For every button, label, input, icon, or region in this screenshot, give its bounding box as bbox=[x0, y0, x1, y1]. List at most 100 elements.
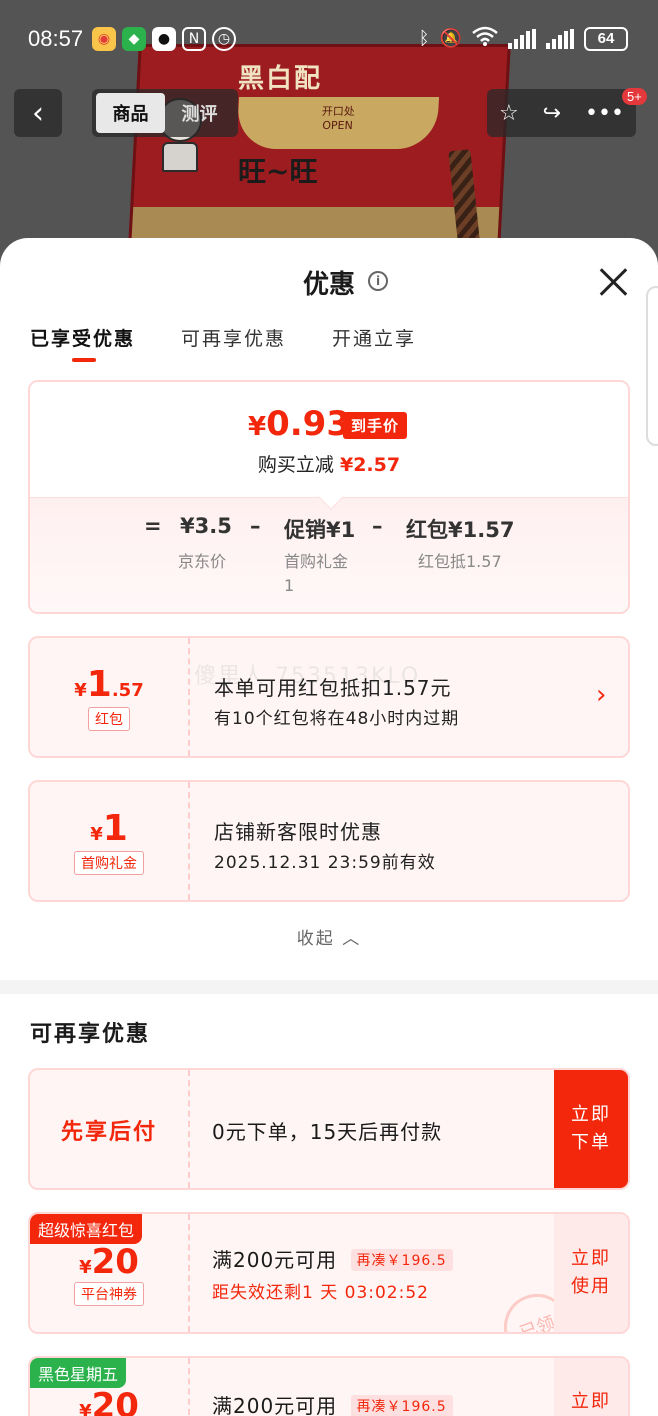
more-icon[interactable]: ••• bbox=[585, 101, 624, 126]
button-line1: 立即 bbox=[571, 1104, 611, 1125]
reduce-label: 购买立减 bbox=[257, 454, 334, 476]
amount-integer: 1 bbox=[102, 808, 128, 849]
summary-top: ¥0.93 到手价 购买立减 ¥2.57 bbox=[30, 382, 628, 497]
status-right: ᛒ 🔕 64 bbox=[419, 26, 628, 51]
button-line1: 立即 bbox=[571, 1391, 611, 1412]
chevron-right-icon: › bbox=[596, 680, 607, 710]
status-bar: 08:57 ◉ ◆ ● N ◷ ᛒ 🔕 64 bbox=[0, 0, 658, 80]
jd-price: ¥3.5 bbox=[180, 514, 232, 538]
jd-price-label: 京东价 bbox=[178, 552, 227, 571]
coupon-condition: 满200元可用 再凑￥196.5 bbox=[212, 1244, 453, 1273]
coupon-first-purchase: ¥1 首购礼金 店铺新客限时优惠 2025.12.31 23:59前有效 bbox=[28, 780, 630, 902]
coupon-amount: 20 bbox=[91, 1242, 139, 1282]
coupon-value: ¥1.57 红包 bbox=[30, 638, 190, 756]
redpacket-amount: 红包¥1.57 bbox=[406, 518, 515, 542]
pay-later-desc: 0元下单，15天后再付款 bbox=[212, 1120, 443, 1144]
product-lid: 开口处 OPEN bbox=[236, 97, 440, 149]
use-now-button[interactable]: 立即 使用 bbox=[554, 1214, 628, 1332]
coupon-tag: 首购礼金 bbox=[74, 851, 144, 875]
wifi-icon bbox=[472, 26, 498, 51]
addon-tag[interactable]: 再凑￥196.5 bbox=[350, 1395, 453, 1416]
yen-symbol: ¥ bbox=[74, 680, 87, 701]
coupon-amount: ¥1 bbox=[30, 808, 188, 849]
back-button[interactable]: ‹ bbox=[14, 89, 62, 137]
message-badge: 5+ bbox=[622, 88, 647, 105]
sheet-title: 优惠 bbox=[302, 270, 355, 300]
chevron-up-icon: ︿ bbox=[342, 929, 362, 949]
promo-label-line2: 1 bbox=[284, 576, 295, 595]
promo-amount: 促销¥1 bbox=[284, 518, 356, 542]
coupon-tag: 红包 bbox=[88, 707, 130, 731]
redpacket-label: 红包抵1.57 bbox=[418, 552, 502, 571]
side-handle bbox=[646, 286, 658, 446]
expiry-countdown: 距失效还剩1 天 03:02:52 bbox=[212, 1283, 429, 1303]
signal-icon-1 bbox=[508, 28, 536, 49]
summary-breakdown: = ¥3.5 京东价 – 促销¥1 首购礼金 1 – 红包¥1.57 红包抵1.… bbox=[30, 497, 628, 612]
equals-sign: = bbox=[144, 514, 162, 538]
alarm-icon: ◷ bbox=[212, 27, 236, 51]
reduce-line: 购买立减 ¥2.57 bbox=[30, 450, 628, 477]
coupon-amount: 20 bbox=[91, 1386, 139, 1416]
signal-icon-2 bbox=[546, 28, 574, 49]
lid-open-text: OPEN bbox=[321, 119, 354, 132]
coupon-subtitle: 有10个红包将在48小时内过期 bbox=[214, 709, 460, 729]
coupon-amount: ¥1.57 bbox=[30, 664, 188, 705]
coupon-redpacket[interactable]: ¥1.57 红包 傻里人 753513KLO 本单可用红包抵扣1.57元 有10… bbox=[28, 636, 630, 758]
amount-decimal: .57 bbox=[111, 680, 144, 701]
nav-actions: ☆ ↪ ••• bbox=[487, 89, 636, 137]
tab-open[interactable]: 开通立享 bbox=[332, 324, 416, 351]
collapse-label: 收起 bbox=[296, 929, 335, 949]
collapse-button[interactable]: 收起 ︿ bbox=[0, 924, 658, 949]
coupon-subtitle: 2025.12.31 23:59前有效 bbox=[214, 853, 436, 873]
weibo-icon: ◉ bbox=[92, 27, 116, 51]
tab-product[interactable]: 商品 bbox=[96, 93, 165, 133]
pay-later-card: 先享后付 0元下单，15天后再付款 立即下单 bbox=[28, 1068, 630, 1190]
minus-sign-2: – bbox=[372, 514, 383, 538]
coupon-value: ¥1 首购礼金 bbox=[30, 782, 190, 900]
black-friday-card: 黑色星期五 ¥20 满200元可用 再凑￥196.5 立即 bbox=[28, 1356, 630, 1416]
mute-icon: 🔕 bbox=[439, 28, 462, 49]
close-icon[interactable] bbox=[596, 264, 632, 300]
condition-text: 满200元可用 bbox=[212, 1248, 338, 1272]
amount-integer: 1 bbox=[86, 664, 112, 705]
platform-coupon-card: 超级惊喜红包 ¥20 平台神券 满200元可用 再凑￥196.5 距失效还剩1 … bbox=[28, 1212, 630, 1334]
pay-later-title: 先享后付 bbox=[60, 1120, 157, 1145]
product-nav-tabs: 商品 测评 bbox=[92, 89, 238, 137]
coupon-value: 黑色星期五 ¥20 bbox=[30, 1358, 190, 1416]
yen-symbol: ¥ bbox=[79, 1401, 92, 1416]
yen-symbol: ¥ bbox=[248, 412, 267, 442]
tab-more[interactable]: 可再享优惠 bbox=[181, 324, 286, 351]
promo-badge: 黑色星期五 bbox=[30, 1358, 127, 1388]
info-icon[interactable]: i bbox=[368, 271, 388, 291]
coupon-value: 超级惊喜红包 ¥20 平台神券 bbox=[30, 1214, 190, 1332]
notification-icons: ◉ ◆ ● N ◷ bbox=[92, 27, 236, 51]
discount-sheet: 优惠 i 已享受优惠 可再享优惠 开通立享 ¥0.93 到手价 购买立减 ¥2.… bbox=[0, 238, 658, 1416]
battery-indicator: 64 bbox=[584, 26, 628, 51]
wechat-icon: ◆ bbox=[122, 27, 146, 51]
product-wang-logo: 旺~旺 bbox=[238, 155, 318, 188]
button-line2: 下单 bbox=[571, 1132, 611, 1153]
final-price-tag: 到手价 bbox=[343, 412, 408, 439]
nfc-icon: N bbox=[182, 27, 206, 51]
coupon-title: 店铺新客限时优惠 bbox=[214, 820, 382, 844]
tab-review[interactable]: 测评 bbox=[165, 93, 234, 133]
tab-enjoyed[interactable]: 已享受优惠 bbox=[30, 324, 135, 362]
status-time: 08:57 bbox=[28, 26, 84, 51]
discount-tabs: 已享受优惠 可再享优惠 开通立享 bbox=[30, 324, 416, 362]
favorite-star-icon[interactable]: ☆ bbox=[499, 101, 519, 126]
use-now-button[interactable]: 立即 bbox=[554, 1358, 628, 1416]
coupon-condition: 满200元可用 再凑￥196.5 bbox=[212, 1390, 453, 1416]
button-line2: 使用 bbox=[571, 1276, 611, 1297]
lid-text: 开口处 bbox=[321, 105, 356, 118]
addon-tag[interactable]: 再凑￥196.5 bbox=[350, 1249, 453, 1271]
yen-symbol: ¥ bbox=[90, 824, 103, 845]
yen-symbol: ¥ bbox=[79, 1257, 92, 1278]
pay-later-title-box: 先享后付 bbox=[30, 1070, 190, 1188]
promo-label: 首购礼金 1 bbox=[284, 550, 348, 598]
chevron-left-icon: ‹ bbox=[32, 95, 44, 131]
final-price: ¥0.93 bbox=[248, 404, 350, 444]
order-now-button[interactable]: 立即 下单 bbox=[554, 1070, 628, 1188]
share-icon[interactable]: ↪ bbox=[543, 101, 561, 126]
promo-label-line1: 首购礼金 bbox=[284, 552, 349, 571]
final-price-value: 0.93 bbox=[266, 404, 350, 444]
